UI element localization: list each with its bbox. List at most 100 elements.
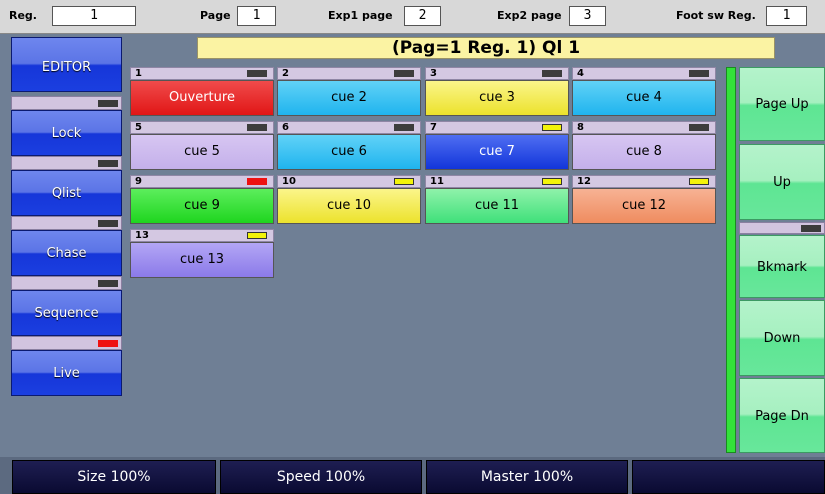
cue-cell[interactable]: 13 cue 13: [130, 229, 274, 282]
cue-button[interactable]: Ouverture: [130, 80, 274, 116]
up-button[interactable]: Up: [739, 144, 825, 220]
top-bar: Reg. 1 Page 1 Exp1 page 2 Exp2 page 3 Fo…: [0, 0, 825, 34]
speed-button[interactable]: Speed 100%: [220, 460, 422, 494]
cue-header: 1: [130, 67, 274, 80]
cue-button[interactable]: cue 8: [572, 134, 716, 170]
live-button[interactable]: Live: [11, 350, 122, 396]
cue-button[interactable]: cue 3: [425, 80, 569, 116]
cue-button[interactable]: cue 9: [130, 188, 274, 224]
live-led: [98, 340, 118, 347]
cue-status-led: [542, 178, 562, 185]
cue-number: 12: [577, 176, 591, 187]
cue-cell[interactable]: 9 cue 9: [130, 175, 274, 228]
cue-cell[interactable]: 1 Ouverture: [130, 67, 274, 120]
bkmark-button[interactable]: Bkmark: [739, 235, 825, 298]
master-button[interactable]: Master 100%: [426, 460, 628, 494]
green-status-strip: [726, 67, 736, 453]
cue-header: 8: [572, 121, 716, 134]
live-indicator: [11, 336, 122, 350]
cue-number: 5: [135, 122, 142, 133]
cue-button[interactable]: cue 4: [572, 80, 716, 116]
sequence-indicator: [11, 276, 122, 290]
cue-status-led: [689, 70, 709, 77]
cue-status-led: [689, 178, 709, 185]
page-dn-button[interactable]: Page Dn: [739, 378, 825, 453]
cue-cell[interactable]: 8 cue 8: [572, 121, 716, 174]
cue-cell[interactable]: 7 cue 7: [425, 121, 569, 174]
sequence-led: [98, 280, 118, 287]
cue-cell[interactable]: 5 cue 5: [130, 121, 274, 174]
cue-header: 13: [130, 229, 274, 242]
chase-indicator: [11, 216, 122, 230]
cue-header: 4: [572, 67, 716, 80]
exp2-page-field[interactable]: 3: [569, 6, 606, 26]
lock-button[interactable]: Lock: [11, 110, 122, 156]
cue-status-led: [247, 124, 267, 131]
cue-cell[interactable]: 2 cue 2: [277, 67, 421, 120]
cue-button[interactable]: cue 2: [277, 80, 421, 116]
cue-status-led: [247, 178, 267, 185]
cue-cell[interactable]: 12 cue 12: [572, 175, 716, 228]
page-field[interactable]: 1: [237, 6, 276, 26]
cue-status-led: [394, 70, 414, 77]
reg-field[interactable]: 1: [52, 6, 136, 26]
exp2-page-label: Exp2 page: [497, 9, 562, 22]
cue-cell[interactable]: 4 cue 4: [572, 67, 716, 120]
cue-button[interactable]: cue 7: [425, 134, 569, 170]
qlist-indicator: [11, 156, 122, 170]
exp1-page-field[interactable]: 2: [404, 6, 441, 26]
cue-header: 10: [277, 175, 421, 188]
cue-cell[interactable]: 3 cue 3: [425, 67, 569, 120]
editor-button[interactable]: EDITOR: [11, 37, 122, 92]
cue-cell[interactable]: 11 cue 11: [425, 175, 569, 228]
qlist-led: [98, 160, 118, 167]
cue-number: 4: [577, 68, 584, 79]
cue-status-led: [542, 70, 562, 77]
cue-header: 11: [425, 175, 569, 188]
cue-cell[interactable]: 6 cue 6: [277, 121, 421, 174]
chase-led: [98, 220, 118, 227]
cue-header: 2: [277, 67, 421, 80]
exp1-page-label: Exp1 page: [328, 9, 393, 22]
cue-cell[interactable]: 10 cue 10: [277, 175, 421, 228]
cue-status-led: [247, 232, 267, 239]
cue-header: 12: [572, 175, 716, 188]
cue-status-led: [394, 124, 414, 131]
cue-button[interactable]: cue 13: [130, 242, 274, 278]
cue-status-led: [689, 124, 709, 131]
empty-bottom-button[interactable]: [632, 460, 825, 494]
qlist-button[interactable]: Qlist: [11, 170, 122, 216]
cue-button[interactable]: cue 10: [277, 188, 421, 224]
lock-led: [98, 100, 118, 107]
lock-indicator: [11, 96, 122, 110]
reg-label: Reg.: [9, 9, 37, 22]
cue-number: 13: [135, 230, 149, 241]
cue-number: 11: [430, 176, 444, 187]
cue-header: 9: [130, 175, 274, 188]
size-button[interactable]: Size 100%: [12, 460, 216, 494]
cue-number: 3: [430, 68, 437, 79]
chase-button[interactable]: Chase: [11, 230, 122, 276]
cue-number: 1: [135, 68, 142, 79]
foot-sw-reg-field[interactable]: 1: [766, 6, 807, 26]
cue-button[interactable]: cue 6: [277, 134, 421, 170]
down-button[interactable]: Down: [739, 300, 825, 376]
cue-header: 6: [277, 121, 421, 134]
cue-number: 6: [282, 122, 289, 133]
cue-button[interactable]: cue 12: [572, 188, 716, 224]
cue-number: 9: [135, 176, 142, 187]
bottom-bar: Size 100% Speed 100% Master 100%: [0, 457, 825, 494]
page-label: Page: [200, 9, 231, 22]
cue-number: 8: [577, 122, 584, 133]
cue-header: 7: [425, 121, 569, 134]
cue-button[interactable]: cue 11: [425, 188, 569, 224]
sequence-button[interactable]: Sequence: [11, 290, 122, 336]
cue-status-led: [247, 70, 267, 77]
foot-sw-reg-label: Foot sw Reg.: [676, 9, 756, 22]
bkmark-led: [801, 225, 821, 232]
cue-number: 2: [282, 68, 289, 79]
cue-button[interactable]: cue 5: [130, 134, 274, 170]
cue-header: 5: [130, 121, 274, 134]
page-up-button[interactable]: Page Up: [739, 67, 825, 141]
cue-number: 7: [430, 122, 437, 133]
